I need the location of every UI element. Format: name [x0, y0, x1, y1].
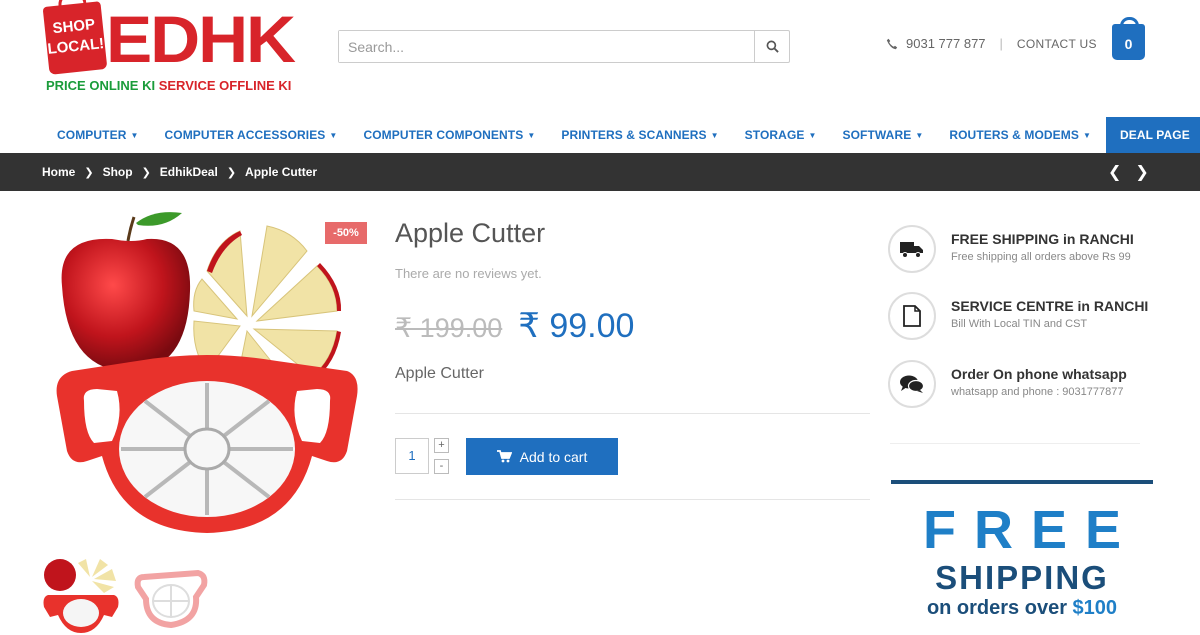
- sale-price: ₹ 99.00: [518, 307, 635, 345]
- logo-tagline-part2: SERVICE OFFLINE KI: [158, 78, 292, 93]
- feature-free-shipping: FREE SHIPPING in RANCHI Free shipping al…: [888, 225, 1158, 275]
- caret-down-icon: ▼: [130, 130, 139, 140]
- feature-subtitle: Bill With Local TIN and CST: [951, 318, 1088, 330]
- caret-down-icon: ▼: [808, 130, 817, 140]
- nav-item-label: ROUTERS & MODEMS: [949, 128, 1079, 142]
- feature-subtitle: whatsapp and phone : 9031777877: [951, 386, 1124, 398]
- nav-item-label: PRINTERS & SCANNERS: [561, 128, 707, 142]
- nav-item-label: COMPUTER: [57, 128, 127, 142]
- add-to-cart-button[interactable]: Add to cart: [466, 438, 618, 475]
- phone-number[interactable]: 9031 777 877: [906, 36, 986, 51]
- search-icon: [766, 40, 779, 53]
- banner-line-1: FREE: [922, 500, 1140, 560]
- previous-product-icon[interactable]: ❮: [1108, 162, 1121, 182]
- site-logo[interactable]: SHOP LOCAL! EDHK PRICE ONLINE KI SERVICE…: [42, 0, 296, 100]
- next-product-icon[interactable]: ❯: [1135, 162, 1148, 182]
- old-price: ₹ 199.00: [395, 313, 503, 343]
- nav-item-software[interactable]: SOFTWARE ▼: [830, 117, 937, 153]
- chevron-right-icon: ❯: [226, 166, 237, 179]
- nav-item-label: COMPUTER ACCESSORIES: [164, 128, 326, 142]
- caret-down-icon: ▼: [329, 130, 338, 140]
- chevron-right-icon: ❯: [141, 166, 151, 179]
- thumbnail-1[interactable]: [42, 555, 120, 633]
- header-contact: 9031 777 877 | CONTACT US: [886, 36, 1097, 51]
- nav-item-deal-page[interactable]: DEAL PAGE: [1106, 117, 1200, 153]
- document-icon: [888, 292, 936, 340]
- add-to-cart-label: Add to cart: [519, 448, 588, 465]
- feature-subtitle: Free shipping all orders above Rs 99: [951, 251, 1131, 263]
- shopping-bag-icon: SHOP LOCAL!: [42, 1, 108, 75]
- banner-amount: $100: [1072, 597, 1118, 619]
- chat-icon: [888, 360, 936, 408]
- logo-tagline: PRICE ONLINE KI SERVICE OFFLINE KI: [46, 78, 291, 93]
- search-button[interactable]: [754, 31, 789, 62]
- logo-bag-text-2: LOCAL!: [46, 35, 105, 58]
- nav-item-storage[interactable]: STORAGE ▼: [732, 117, 830, 153]
- feature-service-centre: SERVICE CENTRE in RANCHI Bill With Local…: [888, 292, 1158, 342]
- quantity-input[interactable]: 1: [395, 438, 429, 474]
- cart-icon: [496, 450, 512, 463]
- product-price: ₹ 199.00 ₹ 99.00: [395, 306, 634, 346]
- product-title: Apple Cutter: [395, 218, 546, 248]
- logo-tagline-part1: PRICE ONLINE KI: [46, 78, 156, 93]
- phone-icon: [886, 38, 898, 49]
- divider: [395, 499, 870, 500]
- product-pager: ❮ ❯: [1108, 153, 1149, 191]
- banner-line-2: SHIPPING: [935, 559, 1109, 596]
- divider: [395, 413, 870, 414]
- feature-title: SERVICE CENTRE in RANCHI: [951, 298, 1149, 314]
- breadcrumb-home[interactable]: Home: [42, 165, 75, 179]
- product-main-image[interactable]: [42, 211, 372, 541]
- feature-title: Order On phone whatsapp: [951, 366, 1127, 382]
- nav-item-routers-modems[interactable]: ROUTERS & MODEMS ▼: [936, 117, 1104, 153]
- free-shipping-banner[interactable]: FREE SHIPPING on orders over $100: [891, 480, 1153, 635]
- breadcrumb-bar: Home ❯ Shop ❯ EdhikDeal ❯ Apple Cutter ❮…: [0, 153, 1200, 191]
- quantity-increase-button[interactable]: +: [434, 438, 449, 453]
- product-thumbnails: [42, 555, 210, 633]
- feature-title: FREE SHIPPING in RANCHI: [951, 231, 1134, 247]
- breadcrumb-current: Apple Cutter: [245, 165, 318, 179]
- truck-icon: [888, 225, 936, 273]
- site-header: SHOP LOCAL! EDHK PRICE ONLINE KI SERVICE…: [0, 0, 1200, 115]
- thumbnail-2[interactable]: [132, 555, 210, 633]
- caret-down-icon: ▼: [915, 130, 924, 140]
- nav-item-computer-components[interactable]: COMPUTER COMPONENTS ▼: [350, 117, 548, 153]
- main-nav: COMPUTER ▼ COMPUTER ACCESSORIES ▼ COMPUTER…: [44, 117, 1200, 153]
- cart-button[interactable]: 0: [1112, 17, 1145, 60]
- nav-item-computer[interactable]: COMPUTER ▼: [44, 117, 152, 153]
- sale-badge: -50%: [325, 222, 367, 244]
- chevron-right-icon: ❯: [84, 166, 94, 179]
- header-divider: |: [999, 36, 1003, 51]
- nav-item-label: STORAGE: [744, 128, 805, 142]
- search-bar: [338, 30, 790, 63]
- banner-line-3: on orders over $100: [891, 596, 1153, 620]
- caret-down-icon: ▼: [1082, 130, 1091, 140]
- feature-order-whatsapp: Order On phone whatsapp whatsapp and pho…: [888, 360, 1158, 410]
- banner-line-3-prefix: on orders over: [926, 597, 1067, 619]
- nav-item-printers-scanners[interactable]: PRINTERS & SCANNERS ▼: [548, 117, 731, 153]
- caret-down-icon: ▼: [527, 130, 536, 140]
- quantity-decrease-button[interactable]: -: [434, 459, 449, 474]
- breadcrumb-category[interactable]: EdhikDeal: [160, 165, 218, 179]
- nav-item-label: COMPUTER COMPONENTS: [363, 128, 524, 142]
- nav-item-label: SOFTWARE: [842, 128, 912, 142]
- breadcrumb: Home ❯ Shop ❯ EdhikDeal ❯ Apple Cutter: [42, 153, 317, 191]
- contact-us-link[interactable]: CONTACT US: [1017, 37, 1097, 51]
- cart-count: 0: [1124, 36, 1133, 52]
- nav-item-computer-accessories[interactable]: COMPUTER ACCESSORIES ▼: [152, 117, 351, 153]
- logo-wordmark: EDHK: [106, 2, 296, 76]
- reviews-text: There are no reviews yet.: [395, 266, 542, 281]
- search-input[interactable]: [339, 31, 755, 62]
- breadcrumb-shop[interactable]: Shop: [103, 165, 133, 179]
- divider: [890, 443, 1140, 444]
- caret-down-icon: ▼: [710, 130, 719, 140]
- short-description: Apple Cutter: [395, 365, 484, 382]
